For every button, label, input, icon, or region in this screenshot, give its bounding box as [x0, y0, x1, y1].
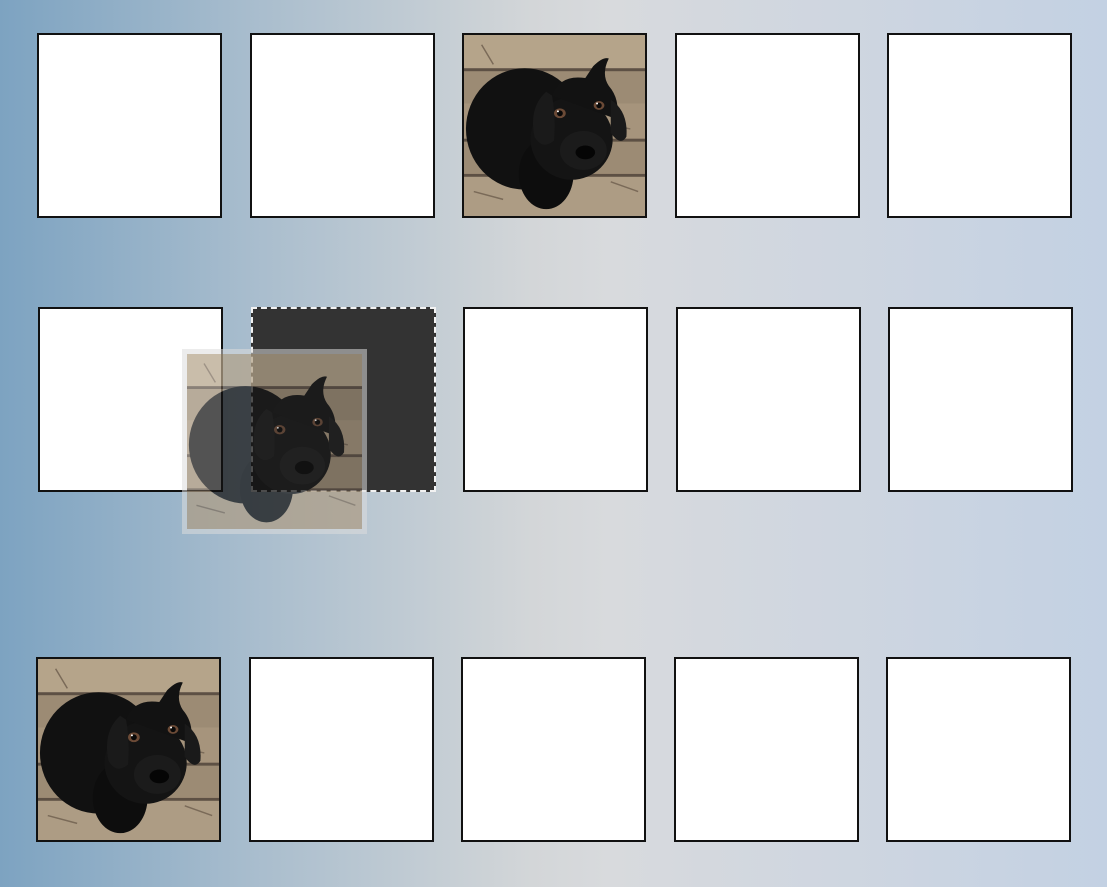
- photo-card[interactable]: [36, 657, 221, 842]
- drop-target-slot[interactable]: [251, 307, 436, 492]
- face-down-card[interactable]: [888, 307, 1073, 492]
- photo-card[interactable]: [462, 33, 647, 218]
- face-down-card[interactable]: [37, 33, 222, 218]
- face-down-card[interactable]: [461, 657, 646, 842]
- face-down-card[interactable]: [676, 307, 861, 492]
- face-down-card[interactable]: [250, 33, 435, 218]
- black-puppy-photo-icon: [38, 659, 219, 840]
- face-down-card[interactable]: [38, 307, 223, 492]
- face-down-card[interactable]: [886, 657, 1071, 842]
- black-puppy-photo-icon: [464, 35, 645, 216]
- face-down-card[interactable]: [675, 33, 860, 218]
- face-down-card[interactable]: [463, 307, 648, 492]
- face-down-card[interactable]: [674, 657, 859, 842]
- face-down-card[interactable]: [887, 33, 1072, 218]
- face-down-card[interactable]: [249, 657, 434, 842]
